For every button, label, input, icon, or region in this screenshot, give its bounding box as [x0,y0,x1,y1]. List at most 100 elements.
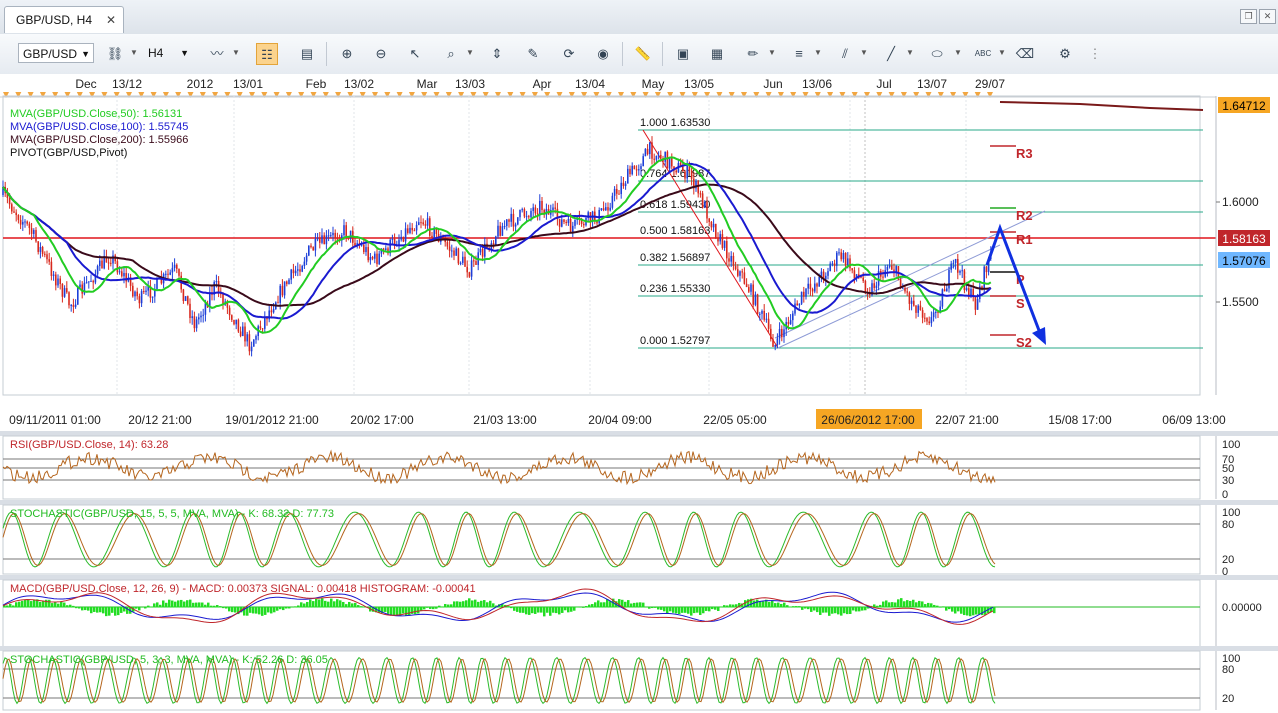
candle-body [165,273,167,275]
panel-separator [0,575,1278,580]
macd-histogram-bar [510,607,513,609]
candle-body [228,307,231,316]
macd-histogram-bar [90,607,93,614]
candle-body [622,182,625,187]
candle-body [602,208,605,211]
candle-body [426,218,429,226]
candle-body [521,209,523,211]
candle-body [800,291,803,304]
candle-body [704,201,706,208]
macd-histogram-bar [150,606,153,608]
candle-body [620,182,622,195]
macd-histogram-bar [336,599,339,608]
candle-body [457,248,460,264]
candle-body [46,254,48,260]
candle-body [497,225,499,237]
top-axis-label: 29/07 [975,77,1005,91]
candle-body [110,262,112,264]
candle-body [26,221,28,224]
candle-body [904,287,906,292]
macd-histogram-bar [312,601,315,608]
candle-body [836,252,838,266]
time-axis-label: 19/01/2012 21:00 [225,413,319,427]
candle-body [737,269,739,276]
chart-canvas[interactable]: Dec 13/12 2012 13/01 Feb 13/02 Mar 13/03 Apr 13/0… [0,0,1278,713]
candle-body [644,148,647,157]
macd-histogram-bar [264,607,267,615]
candle-body [833,263,836,266]
macd-histogram-bar [39,601,42,608]
macd-histogram-bar [453,601,456,608]
candle-body [334,232,336,239]
macd-histogram-bar [333,601,336,608]
candle-body [712,223,715,228]
candle-body [374,253,376,259]
macd-histogram-bar [357,605,360,608]
macd-histogram-bar [384,607,387,612]
candle-body [754,294,757,305]
candle-body [941,289,944,307]
macd-histogram-bar [153,603,156,608]
candle-body [926,318,928,322]
macd-histogram-bar [909,600,912,608]
macd-histogram-bar [636,602,639,608]
candle-body [88,281,90,283]
candle-body [761,310,763,314]
candle-body [686,165,688,179]
macd-histogram-bar [756,599,759,608]
candle-body [301,265,303,272]
time-axis-label: 09/11/2011 01:00 [9,413,101,427]
candle-body [272,309,275,313]
candle-body [565,221,567,223]
candle-body [92,280,94,283]
price-tick-label: 1.6000 [1222,195,1259,209]
top-axis-label: 13/07 [917,77,947,91]
macd-histogram-bar [603,602,606,608]
candle-body [343,225,345,236]
macd-histogram-bar [807,607,810,610]
candle-body [248,334,251,352]
top-axis-label: Feb [306,77,327,91]
candle-body [640,166,642,170]
candle-body [72,304,75,307]
candle-body [558,219,561,227]
candle-body [41,247,44,254]
candle-body [453,250,455,256]
candle-body [910,300,913,304]
macd-histogram-bar [861,607,864,611]
candle-body [409,227,411,233]
candle-body [184,296,187,302]
candle-body [19,219,22,225]
candle-body [935,311,937,313]
macd-histogram-bar [936,605,939,608]
macd-histogram-bar [201,602,204,608]
time-axis-label: 20/12 21:00 [128,413,192,427]
macd-histogram-bar [753,600,756,608]
candle-body [772,339,774,347]
macd-histogram-bar [258,607,261,615]
macd-histogram-bar [87,607,90,611]
macd-histogram-bar [192,602,195,608]
macd-histogram-bar [447,604,450,608]
candle-body [376,253,378,265]
macd-histogram-bar [969,607,972,617]
candle-body [404,228,407,242]
candle-body [173,264,176,268]
candle-body [668,157,671,169]
time-axis-label: 06/09 13:00 [1162,413,1226,427]
top-axis-label: 13/04 [575,77,605,91]
candle-body [726,241,728,259]
candle-body [411,227,413,231]
candle-body [886,267,889,271]
macd-histogram-bar [561,607,564,613]
macd-histogram-bar [789,606,792,608]
candle-body [809,283,812,290]
macd-histogram-bar [306,601,309,608]
macd-histogram-bar [309,599,312,608]
candle-body [101,260,103,269]
macd-histogram-bar [117,607,120,616]
candle-body [288,279,290,285]
macd-histogram-bar [174,601,177,608]
candle-body [847,258,849,266]
indicator-panels[interactable]: RSI(GBP/USD.Close, 14): 63.28 1007050300S… [0,431,1278,711]
